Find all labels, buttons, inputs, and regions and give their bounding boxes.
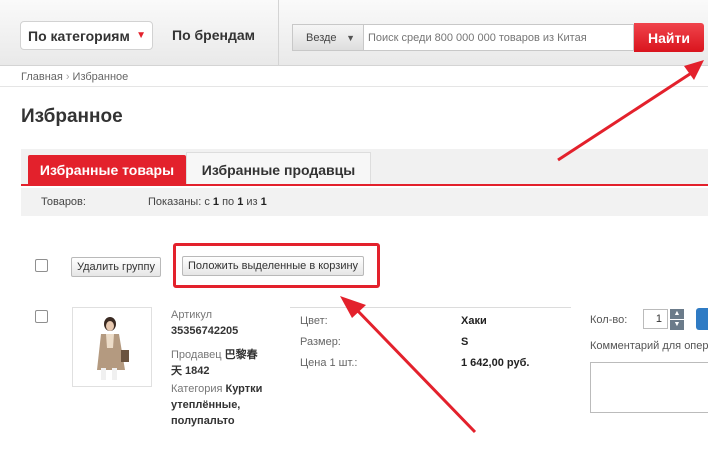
- size-value: S: [461, 336, 469, 348]
- search-input[interactable]: [363, 24, 634, 51]
- category-line: Категория Куртки: [171, 383, 263, 395]
- search-scope-value: Везде: [306, 32, 337, 44]
- size-label: Размер:: [300, 336, 341, 348]
- category-value-line2: утеплённые,: [171, 399, 241, 411]
- arrow-to-cart-button: [353, 306, 477, 434]
- chevron-down-icon[interactable]: ▼: [670, 320, 684, 330]
- price-label: Цена 1 шт.:: [300, 357, 358, 369]
- chevron-right-icon: ›: [65, 71, 70, 83]
- comment-textarea[interactable]: [590, 362, 708, 413]
- select-all-checkbox[interactable]: [35, 259, 48, 272]
- list-stats-bar: Товаров: Показаны: с 1 по 1 из 1: [21, 188, 708, 216]
- seller-line: Продавец 巴黎春: [171, 349, 258, 361]
- search-scope-select[interactable]: Везде ▼: [292, 24, 363, 51]
- tab-favorite-goods[interactable]: Избранные товары: [28, 155, 186, 185]
- sku-label: Артикул: [171, 309, 213, 321]
- highlight-box: [173, 243, 380, 288]
- breadcrumb-home[interactable]: Главная: [21, 71, 63, 83]
- color-label: Цвет:: [300, 315, 328, 327]
- quantity-label: Кол-во:: [590, 314, 628, 326]
- arrow-to-search: [557, 68, 697, 162]
- categories-dropdown[interactable]: По категориям ▼: [20, 21, 153, 50]
- tab-favorite-sellers[interactable]: Избранные продавцы: [186, 152, 371, 185]
- seller-name[interactable]: 巴黎春: [225, 349, 258, 361]
- color-value: Хаки: [461, 315, 487, 327]
- breadcrumb: Главная › Избранное: [21, 71, 128, 83]
- caret-down-icon: ▼: [136, 30, 146, 41]
- details-divider: [290, 307, 571, 308]
- sku-value: 35356742205: [171, 325, 239, 337]
- chevron-up-icon[interactable]: ▲: [670, 309, 684, 319]
- action-button[interactable]: [696, 308, 708, 330]
- caret-down-icon: ▼: [346, 33, 355, 43]
- tabs-underline: [21, 184, 708, 186]
- search-button[interactable]: Найти: [634, 23, 704, 52]
- comment-label: Комментарий для оператора: [590, 340, 708, 352]
- goods-count-label: Товаров:: [41, 196, 86, 208]
- category-value-line3: полупальто: [171, 415, 235, 427]
- item-checkbox[interactable]: [35, 310, 48, 323]
- categories-label: По категориям: [28, 28, 130, 44]
- seller-name-cont[interactable]: 天 1842: [171, 362, 210, 378]
- header-bar: По категориям ▼ По брендам Везде ▼ Найти: [0, 0, 708, 66]
- product-photo: [73, 308, 151, 386]
- pagination-summary: Показаны: с 1 по 1 из 1: [148, 196, 267, 208]
- header-divider: [278, 0, 279, 66]
- brands-link[interactable]: По брендам: [172, 27, 255, 43]
- quantity-input[interactable]: 1: [643, 309, 668, 329]
- price-value: 1 642,00 руб.: [461, 357, 530, 369]
- page-title: Избранное: [21, 106, 123, 127]
- product-image[interactable]: [72, 307, 152, 387]
- divider: [0, 86, 708, 87]
- breadcrumb-current: Избранное: [72, 71, 129, 83]
- delete-group-button[interactable]: Удалить группу: [71, 257, 161, 277]
